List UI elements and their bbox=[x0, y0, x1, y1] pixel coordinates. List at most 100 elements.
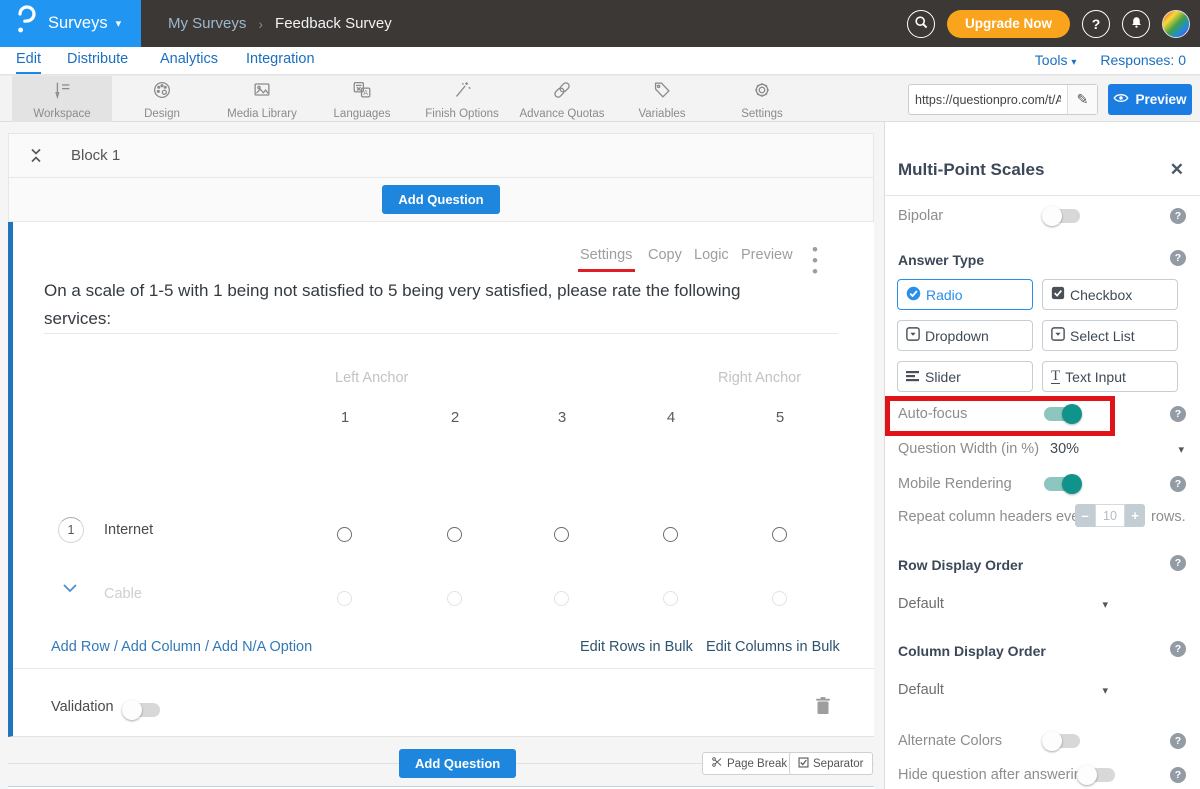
mobile-rendering-toggle[interactable] bbox=[1044, 477, 1080, 491]
alternate-colors-help-icon[interactable]: ? bbox=[1170, 733, 1186, 749]
radio-internet-3[interactable] bbox=[554, 527, 569, 542]
edit-rows-bulk-link[interactable]: Edit Rows in Bulk bbox=[580, 639, 693, 655]
radio-internet-1[interactable] bbox=[337, 527, 352, 542]
answer-type-select-list[interactable]: Select List bbox=[1042, 320, 1178, 351]
question-text[interactable]: On a scale of 1-5 with 1 being not satis… bbox=[44, 277, 806, 333]
plus-button[interactable]: + bbox=[1125, 508, 1145, 523]
edit-url-button[interactable]: ✎ bbox=[1067, 85, 1097, 114]
tab-edit[interactable]: Edit bbox=[16, 51, 41, 74]
row-2-label[interactable]: Cable bbox=[104, 586, 142, 602]
question-tab-preview[interactable]: Preview bbox=[741, 247, 793, 263]
answer-type-slider[interactable]: Slider bbox=[897, 361, 1033, 392]
scale-column-1[interactable]: 1 bbox=[333, 409, 357, 426]
radio-cable-2[interactable] bbox=[447, 591, 462, 606]
question-width-value[interactable]: 30% bbox=[1050, 441, 1079, 457]
radio-check-icon bbox=[906, 286, 921, 304]
radio-internet-5[interactable] bbox=[772, 527, 787, 542]
add-question-button-bottom[interactable]: Add Question bbox=[399, 749, 516, 778]
auto-focus-toggle[interactable] bbox=[1044, 407, 1080, 421]
row-column-links: Add Row / Add Column / Add N/A Option bbox=[51, 639, 312, 655]
row-1-number-badge[interactable]: 1 bbox=[58, 517, 84, 543]
link-separator: / bbox=[114, 639, 118, 655]
bipolar-help-icon[interactable]: ? bbox=[1170, 208, 1186, 224]
bipolar-toggle[interactable] bbox=[1044, 209, 1080, 223]
separator-button[interactable]: Separator bbox=[789, 752, 873, 775]
tab-integration[interactable]: Integration bbox=[246, 51, 315, 72]
hide-question-toggle[interactable] bbox=[1079, 768, 1115, 782]
toolbar-settings[interactable]: Settings bbox=[712, 76, 812, 122]
survey-url-input[interactable] bbox=[909, 85, 1067, 114]
trash-icon[interactable] bbox=[815, 696, 831, 720]
breadcrumb-my-surveys[interactable]: My Surveys bbox=[168, 15, 246, 32]
toolbar-design[interactable]: Design bbox=[112, 76, 212, 122]
chevron-down-icon[interactable]: ▾ bbox=[1178, 443, 1184, 456]
toolbar-advance-quotas[interactable]: Advance Quotas bbox=[512, 76, 612, 122]
toolbar-media-library[interactable]: Media Library bbox=[212, 76, 312, 122]
toolbar-languages[interactable]: A Languages bbox=[312, 76, 412, 122]
scale-column-5[interactable]: 5 bbox=[768, 409, 792, 426]
avatar[interactable] bbox=[1162, 10, 1190, 38]
more-options-icon[interactable]: ••• bbox=[812, 244, 818, 277]
toolbar-finish-options[interactable]: Finish Options bbox=[412, 76, 512, 122]
rows-suffix-label: rows. bbox=[1151, 509, 1186, 525]
hide-question-help-icon[interactable]: ? bbox=[1170, 767, 1186, 783]
answer-type-checkbox[interactable]: Checkbox bbox=[1042, 279, 1178, 310]
upgrade-now-button[interactable]: Upgrade Now bbox=[947, 10, 1070, 38]
add-column-link[interactable]: Add Column bbox=[121, 639, 201, 655]
answer-type-text-input[interactable]: T Text Input bbox=[1042, 361, 1178, 392]
row-1-label[interactable]: Internet bbox=[104, 522, 153, 538]
column-display-help-icon[interactable]: ? bbox=[1170, 641, 1186, 657]
bell-icon bbox=[1129, 15, 1144, 33]
repeat-headers-label: Repeat column headers every bbox=[898, 509, 1091, 525]
row-display-help-icon[interactable]: ? bbox=[1170, 555, 1186, 571]
add-na-option-link[interactable]: Add N/A Option bbox=[212, 639, 312, 655]
product-switcher[interactable]: Surveys ▾ bbox=[0, 0, 141, 47]
scale-column-4[interactable]: 4 bbox=[659, 409, 683, 426]
help-button[interactable]: ? bbox=[1082, 10, 1110, 38]
answer-type-radio[interactable]: Radio bbox=[897, 279, 1033, 310]
radio-cable-4[interactable] bbox=[663, 591, 678, 606]
row-2-chevron-down-icon[interactable] bbox=[62, 580, 78, 597]
radio-cable-1[interactable] bbox=[337, 591, 352, 606]
alternate-colors-toggle[interactable] bbox=[1044, 734, 1080, 748]
radio-cable-5[interactable] bbox=[772, 591, 787, 606]
radio-internet-4[interactable] bbox=[663, 527, 678, 542]
scissors-icon bbox=[711, 756, 723, 771]
collapse-block-icon[interactable] bbox=[29, 147, 43, 164]
answer-type-dropdown[interactable]: Dropdown bbox=[897, 320, 1033, 351]
question-tab-copy[interactable]: Copy bbox=[648, 247, 682, 263]
scale-column-3[interactable]: 3 bbox=[550, 409, 574, 426]
edit-columns-bulk-link[interactable]: Edit Columns in Bulk bbox=[706, 639, 840, 655]
question-tab-settings[interactable]: Settings bbox=[580, 247, 632, 263]
toolbar-variables[interactable]: Variables bbox=[612, 76, 712, 122]
tools-menu[interactable]: Tools ▾ bbox=[1035, 52, 1077, 68]
scale-column-2[interactable]: 2 bbox=[443, 409, 467, 426]
toolbar-workspace[interactable]: Workspace bbox=[12, 76, 112, 122]
tab-distribute[interactable]: Distribute bbox=[67, 51, 128, 72]
responses-count[interactable]: Responses: 0 bbox=[1100, 52, 1186, 68]
chevron-down-icon: ▾ bbox=[1071, 57, 1076, 68]
tab-analytics[interactable]: Analytics bbox=[160, 51, 218, 72]
answer-type-help-icon[interactable]: ? bbox=[1170, 250, 1186, 266]
close-icon[interactable]: ✕ bbox=[1170, 160, 1184, 180]
mobile-rendering-help-icon[interactable]: ? bbox=[1170, 476, 1186, 492]
radio-cable-3[interactable] bbox=[554, 591, 569, 606]
left-anchor-label[interactable]: Left Anchor bbox=[335, 370, 408, 386]
question-tab-logic[interactable]: Logic bbox=[694, 247, 729, 263]
right-anchor-label[interactable]: Right Anchor bbox=[718, 370, 801, 386]
notifications-button[interactable] bbox=[1122, 10, 1150, 38]
auto-focus-help-icon[interactable]: ? bbox=[1170, 406, 1186, 422]
preview-button[interactable]: Preview bbox=[1108, 84, 1192, 115]
column-display-order-select[interactable]: Default ▾ bbox=[898, 681, 1108, 699]
repeat-headers-input[interactable] bbox=[1095, 504, 1125, 527]
add-row-link[interactable]: Add Row bbox=[51, 639, 110, 655]
minus-button[interactable]: – bbox=[1075, 508, 1095, 523]
validation-toggle[interactable] bbox=[124, 703, 160, 717]
add-question-button-top[interactable]: Add Question bbox=[382, 185, 499, 214]
row-display-order-select[interactable]: Default ▾ bbox=[898, 595, 1108, 613]
search-button[interactable] bbox=[907, 10, 935, 38]
radio-internet-2[interactable] bbox=[447, 527, 462, 542]
mobile-rendering-label: Mobile Rendering bbox=[898, 476, 1012, 492]
page-break-button[interactable]: Page Break bbox=[702, 752, 796, 775]
block-title[interactable]: Block 1 bbox=[71, 147, 120, 164]
